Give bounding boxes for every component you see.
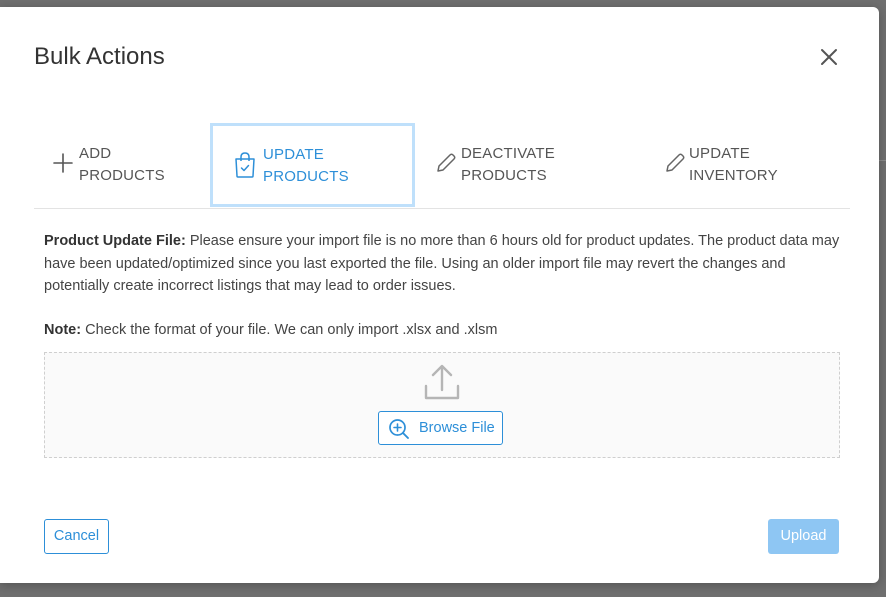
close-icon[interactable]: [816, 44, 842, 70]
tab-label: UPDATE PRODUCTS: [263, 146, 349, 185]
plus-icon: [53, 153, 73, 173]
modal-title: Bulk Actions: [34, 43, 165, 70]
zoom-in-icon: [389, 419, 409, 439]
bulk-action-tabs: ADD PRODUCTS UPDATE PRODUCTS DEACTIVATE: [34, 118, 850, 209]
note-paragraph: Note: Check the format of your file. We …: [44, 319, 844, 342]
pencil-icon: [437, 153, 456, 172]
update-label: Product Update File:: [44, 233, 186, 249]
upload-button[interactable]: Upload: [768, 519, 839, 554]
upload-icon: [424, 364, 460, 400]
tab-update-products[interactable]: UPDATE PRODUCTS: [210, 123, 415, 207]
pencil-icon: [666, 153, 685, 172]
note-text: Check the format of your file. We can on…: [81, 321, 498, 338]
tab-add-products[interactable]: ADD PRODUCTS: [34, 122, 210, 204]
cancel-button[interactable]: Cancel: [44, 519, 109, 554]
instructions: Product Update File: Please ensure your …: [44, 230, 844, 341]
shopping-bag-check-icon: [235, 152, 255, 178]
browse-file-label: Browse File: [419, 420, 495, 436]
tab-label: ADD PRODUCTS: [79, 145, 165, 184]
browse-file-button[interactable]: Browse File: [378, 411, 503, 445]
tab-label: DEACTIVATE PRODUCTS: [461, 145, 555, 184]
file-dropzone[interactable]: Browse File: [44, 352, 840, 458]
bulk-actions-modal: Bulk Actions ADD PRODUCTS UPDATE PRODUCT…: [0, 7, 879, 583]
tab-deactivate-products[interactable]: DEACTIVATE PRODUCTS: [429, 122, 649, 204]
note-label: Note:: [44, 321, 82, 338]
update-instructions: Product Update File: Please ensure your …: [44, 230, 844, 298]
tab-update-inventory[interactable]: UPDATE INVENTORY: [658, 122, 850, 204]
background-divider: [879, 160, 886, 161]
tab-label: UPDATE INVENTORY: [689, 145, 778, 184]
